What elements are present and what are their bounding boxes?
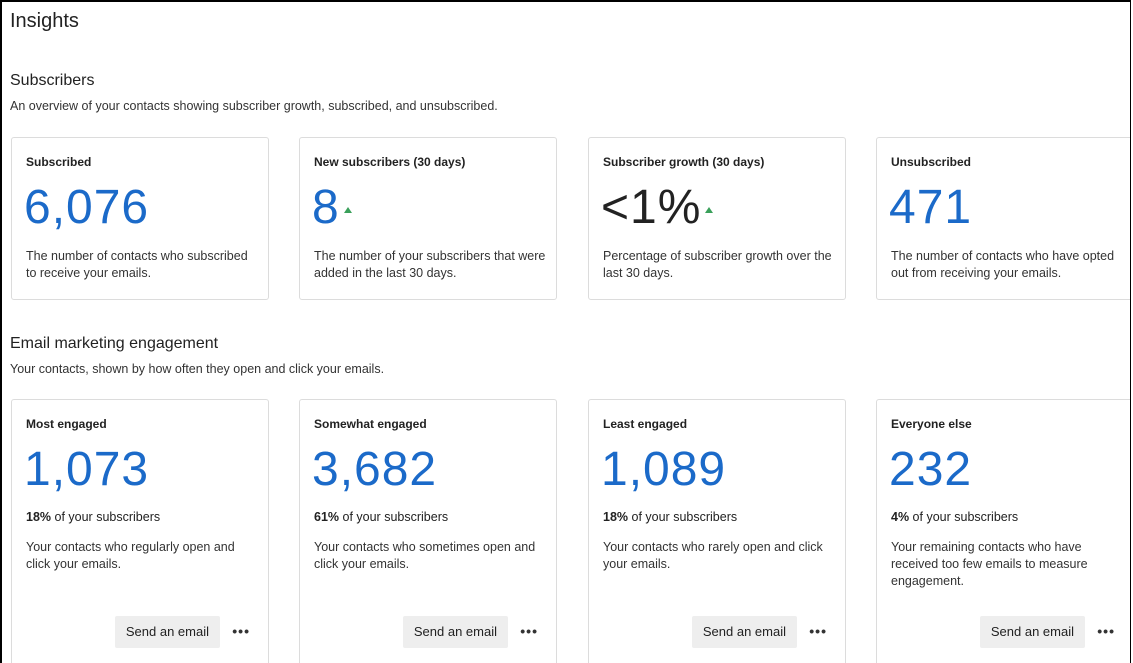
card-label: Everyone else bbox=[891, 417, 972, 431]
more-options-icon[interactable]: ••• bbox=[809, 624, 827, 638]
card-description: Your remaining contacts who have receive… bbox=[891, 540, 1088, 588]
subscriber-percentage: 18% of your subscribers bbox=[26, 510, 160, 524]
trend-up-icon bbox=[705, 207, 714, 213]
most-engaged-card: Most engaged 1,073 18% of your subscribe… bbox=[11, 399, 269, 663]
subscribers-section-title: Subscribers bbox=[10, 72, 95, 89]
page-title: Insights bbox=[10, 10, 79, 32]
percent-value: 4% bbox=[891, 510, 910, 524]
new-subscribers-card: New subscribers (30 days) 8 The number o… bbox=[299, 137, 557, 300]
card-description: Percentage of subscriber growth over the… bbox=[603, 249, 832, 280]
subscriber-growth-card: Subscriber growth (30 days) <1% Percenta… bbox=[588, 137, 846, 300]
card-label: Unsubscribed bbox=[891, 155, 972, 169]
percent-suffix: of your subscribers bbox=[628, 510, 738, 524]
card-description: The number of contacts who have opted ou… bbox=[891, 249, 1115, 280]
everyone-else-card: Everyone else 232 4% of your subscribers… bbox=[876, 399, 1130, 663]
card-label: Subscribed bbox=[26, 155, 92, 169]
unsubscribed-card: Unsubscribed 471 The number of contacts … bbox=[876, 137, 1130, 300]
card-description: The number of your subscribers that were… bbox=[314, 249, 546, 280]
send-email-button[interactable]: Send an email bbox=[114, 616, 220, 648]
more-options-icon[interactable]: ••• bbox=[520, 624, 538, 638]
send-email-button[interactable]: Send an email bbox=[979, 616, 1085, 648]
most-engaged-count: 1,073 bbox=[24, 443, 150, 496]
subscriber-percentage: 18% of your subscribers bbox=[603, 510, 737, 524]
everyone-else-count: 232 bbox=[889, 443, 973, 496]
subscribed-count: 6,076 bbox=[24, 181, 150, 234]
card-label: Somewhat engaged bbox=[314, 417, 427, 431]
percent-value: 18% bbox=[26, 510, 52, 524]
engagement-section-title: Email marketing engagement bbox=[10, 335, 219, 352]
card-label: New subscribers (30 days) bbox=[314, 155, 466, 169]
least-engaged-count: 1,089 bbox=[601, 443, 727, 496]
subscriber-percentage: 4% of your subscribers bbox=[891, 510, 1018, 524]
somewhat-engaged-count: 3,682 bbox=[312, 443, 438, 496]
engagement-section-description: Your contacts, shown by how often they o… bbox=[10, 362, 385, 376]
unsubscribed-count: 471 bbox=[889, 181, 973, 234]
more-options-icon[interactable]: ••• bbox=[232, 624, 250, 638]
send-email-button[interactable]: Send an email bbox=[402, 616, 508, 648]
percent-value: 61% bbox=[314, 510, 340, 524]
new-subscribers-count: 8 bbox=[312, 181, 340, 234]
send-email-button[interactable]: Send an email bbox=[691, 616, 797, 648]
subscriber-percentage: 61% of your subscribers bbox=[314, 510, 448, 524]
least-engaged-card: Least engaged 1,089 18% of your subscrib… bbox=[588, 399, 846, 663]
percent-suffix: of your subscribers bbox=[909, 510, 1019, 524]
card-label: Least engaged bbox=[603, 417, 688, 431]
percent-suffix: of your subscribers bbox=[51, 510, 161, 524]
subscriber-growth-value: <1% bbox=[601, 181, 702, 234]
percent-value: 18% bbox=[603, 510, 629, 524]
percent-suffix: of your subscribers bbox=[339, 510, 449, 524]
somewhat-engaged-card: Somewhat engaged 3,682 61% of your subsc… bbox=[299, 399, 557, 663]
card-label: Most engaged bbox=[26, 417, 107, 431]
insights-panel: Insights Subscribers An overview of your… bbox=[0, 0, 1131, 663]
subscribed-card: Subscribed 6,076 The number of contacts … bbox=[11, 137, 269, 300]
trend-up-icon bbox=[343, 207, 352, 213]
card-description: Your contacts who rarely open and click … bbox=[603, 540, 823, 571]
more-options-icon[interactable]: ••• bbox=[1097, 624, 1115, 638]
card-description: The number of contacts who subscribed to… bbox=[26, 249, 248, 280]
subscribers-section-description: An overview of your contacts showing sub… bbox=[10, 99, 498, 113]
card-description: Your contacts who regularly open and cli… bbox=[26, 540, 235, 571]
card-label: Subscriber growth (30 days) bbox=[603, 155, 765, 169]
card-description: Your contacts who sometimes open and cli… bbox=[314, 540, 536, 571]
